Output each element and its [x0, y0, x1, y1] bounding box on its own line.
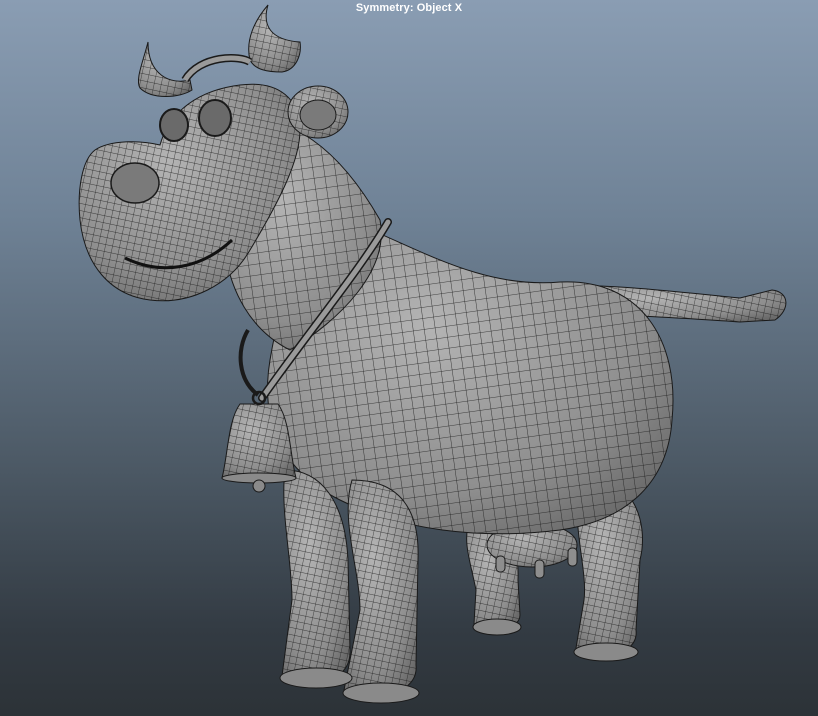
- right-eye: [198, 99, 232, 137]
- cow-ear[interactable]: [287, 85, 349, 139]
- cow-horns[interactable]: [137, 4, 301, 97]
- cow-model[interactable]: [0, 0, 818, 716]
- 3d-viewport[interactable]: Symmetry: Object X: [0, 0, 818, 716]
- front-legs[interactable]: [281, 469, 419, 699]
- left-eye: [159, 108, 189, 142]
